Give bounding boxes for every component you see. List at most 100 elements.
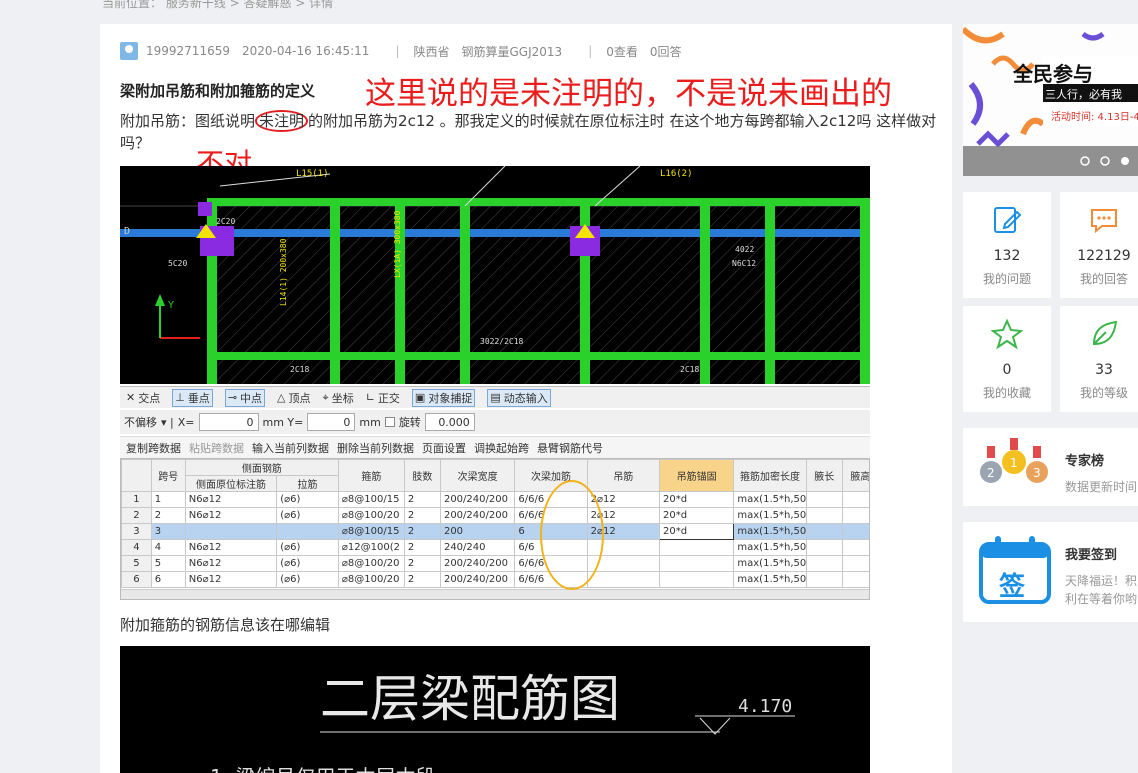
table-cell[interactable]: max(1.5*h,50 — [733, 571, 807, 588]
x-input[interactable]: 0 — [198, 413, 259, 431]
table-cell[interactable]: 2 — [403, 491, 441, 508]
table-row[interactable]: 3 3 ⌀8@100/15 2 200 6 2⌀12 20*d max(1.5*h,50 — [121, 523, 869, 540]
table-cell[interactable]: max(1.5*h,50 — [733, 555, 807, 572]
table-cell[interactable]: N6⌀12 — [184, 539, 278, 556]
table-cell[interactable]: max(1.5*h,50 — [733, 539, 807, 556]
rotate-input[interactable]: 0.000 — [424, 413, 475, 431]
table-cell[interactable]: 200/240/200 — [439, 571, 516, 588]
signin-card[interactable]: 签 我要签到 天降福运！积 利在等着你哟 — [963, 522, 1138, 622]
expert-ranking[interactable]: 2 1 3 专家榜 数据更新时间 — [963, 428, 1138, 506]
table-cell[interactable]: 20*d — [658, 507, 735, 524]
offset-select[interactable]: 不偏移 — [124, 414, 157, 430]
col-hanger-anchor[interactable]: 吊筋锚固 — [658, 459, 735, 492]
table-cell[interactable]: 5 — [150, 555, 186, 572]
table-cell[interactable] — [841, 491, 869, 508]
table-cell[interactable] — [805, 523, 843, 540]
table-cell[interactable] — [841, 507, 869, 524]
snap-vertex[interactable]: △ 顶点 — [277, 390, 310, 406]
table-cell[interactable]: 1 — [121, 491, 152, 508]
table-row[interactable]: 2 2 N6⌀12 (⌀6) ⌀8@100/20 2 200/240/200 6/6/6 2⌀1… — [121, 507, 869, 524]
table-cell[interactable]: N6⌀12 — [184, 491, 278, 508]
table-cell[interactable]: ⌀8@100/20 — [337, 507, 405, 524]
table-cell[interactable]: 2 — [403, 523, 441, 540]
col-span[interactable]: 跨号 — [150, 459, 186, 492]
stat-my-level[interactable]: 33 我的等级 — [1060, 306, 1138, 412]
meta-user[interactable]: 19992711659 — [146, 44, 230, 58]
stat-my-questions[interactable]: 132 我的问题 — [963, 192, 1051, 298]
table-cell[interactable] — [805, 571, 843, 588]
table-cell[interactable]: max(1.5*h,50 — [733, 491, 807, 508]
table-cell[interactable]: (⌀6) — [276, 555, 339, 572]
table-cell[interactable]: 200/240/200 — [439, 507, 516, 524]
promo-banner[interactable]: 全民参与 三人行，必有我 活动时间: 4.13日-4 — [963, 24, 1138, 176]
table-cell[interactable] — [658, 539, 735, 556]
table-cell[interactable]: max(1.5*h,50 — [733, 507, 807, 524]
snap-perpendicular[interactable]: ⊥ 垂点 — [172, 388, 213, 407]
table-cell[interactable] — [805, 491, 843, 508]
table-cell[interactable] — [841, 523, 869, 540]
snap-midpoint[interactable]: ⊸ 中点 — [224, 388, 266, 407]
table-cell[interactable]: 20*d — [658, 523, 735, 540]
table-cell[interactable]: N6⌀12 — [184, 555, 278, 572]
copy-span-button[interactable]: 复制跨数据 — [126, 440, 181, 456]
table-cell[interactable]: 2 — [403, 555, 441, 572]
table-cell[interactable]: 6 — [150, 571, 186, 588]
snap-coordinate[interactable]: ⌖ 坐标 — [323, 390, 354, 406]
y-input[interactable]: 0 — [307, 413, 356, 431]
table-cell[interactable]: ⌀8@100/20 — [337, 571, 405, 588]
table-cell[interactable]: (⌀6) — [276, 539, 339, 556]
table-cell[interactable] — [658, 555, 735, 572]
table-cell[interactable]: 200 — [439, 523, 516, 540]
table-cell[interactable]: 1 — [150, 491, 186, 508]
avatar[interactable] — [120, 42, 138, 60]
table-cell[interactable]: ⌀8@100/15 — [337, 491, 405, 508]
table-cell[interactable]: 200/240/200 — [439, 555, 516, 572]
table-cell[interactable]: 4 — [150, 539, 186, 556]
paste-span-button[interactable]: 粘贴跨数据 — [189, 440, 244, 456]
snap-intersection[interactable]: ✕ 交点 — [126, 390, 160, 406]
table-cell[interactable]: 2 — [403, 539, 441, 556]
table-cell[interactable] — [805, 539, 843, 556]
table-cell[interactable]: 2 — [403, 507, 441, 524]
table-cell[interactable]: N6⌀12 — [184, 571, 278, 588]
table-cell[interactable]: 2 — [150, 507, 186, 524]
table-cell[interactable]: N6⌀12 — [184, 507, 278, 524]
snap-object[interactable]: ▣ 对象捕捉 — [411, 388, 476, 407]
grid-scrollbar[interactable] — [121, 589, 869, 599]
table-cell[interactable]: ⌀8@100/20 — [337, 555, 405, 572]
input-column-button[interactable]: 输入当前列数据 — [252, 440, 329, 456]
table-cell[interactable] — [276, 523, 339, 540]
table-cell[interactable]: 4 — [121, 539, 152, 556]
cantilever-code-button[interactable]: 悬臂钢筋代号 — [537, 440, 603, 456]
table-row[interactable]: 1 1 N6⌀12 (⌀6) ⌀8@100/15 2 200/240/200 6/6/6 2⌀1… — [121, 491, 869, 508]
table-cell[interactable]: ⌀8@100/15 — [337, 523, 405, 540]
table-cell[interactable] — [841, 571, 869, 588]
table-cell[interactable] — [841, 539, 869, 556]
swap-span-button[interactable]: 调换起始跨 — [474, 440, 529, 456]
table-cell[interactable] — [586, 571, 660, 588]
stat-my-favorites[interactable]: 0 我的收藏 — [963, 306, 1051, 412]
table-cell[interactable]: 20*d — [658, 491, 735, 508]
table-cell[interactable] — [805, 555, 843, 572]
table-cell[interactable] — [805, 507, 843, 524]
table-cell[interactable]: 240/240 — [439, 539, 516, 556]
table-cell[interactable]: 2 — [121, 507, 152, 524]
snap-ortho[interactable]: ∟ 正交 — [366, 390, 400, 406]
table-cell[interactable]: (⌀6) — [276, 507, 339, 524]
table-cell[interactable]: max(1.5*h,50 — [733, 523, 807, 540]
table-cell[interactable]: 6 — [121, 571, 152, 588]
table-cell[interactable]: 3 — [121, 523, 152, 540]
table-cell[interactable] — [658, 571, 735, 588]
stat-my-answers[interactable]: 122129 我的回答 — [1060, 192, 1138, 298]
table-cell[interactable]: 5 — [121, 555, 152, 572]
table-cell[interactable]: 3 — [150, 523, 186, 540]
table-row[interactable]: 6 6 N6⌀12 (⌀6) ⌀8@100/20 2 200/240/200 6/6/6 max… — [121, 571, 869, 588]
rotate-checkbox[interactable] — [384, 417, 395, 427]
table-cell[interactable]: 200/240/200 — [439, 491, 516, 508]
table-row[interactable]: 5 5 N6⌀12 (⌀6) ⌀8@100/20 2 200/240/200 6/6/6 max… — [121, 555, 869, 572]
table-cell[interactable]: (⌀6) — [276, 491, 339, 508]
snap-dynamic-input[interactable]: ▤ 动态输入 — [487, 388, 551, 407]
delete-column-button[interactable]: 删除当前列数据 — [337, 440, 414, 456]
table-cell[interactable]: ⌀12@100(2 — [337, 539, 405, 556]
table-cell[interactable] — [841, 555, 869, 572]
